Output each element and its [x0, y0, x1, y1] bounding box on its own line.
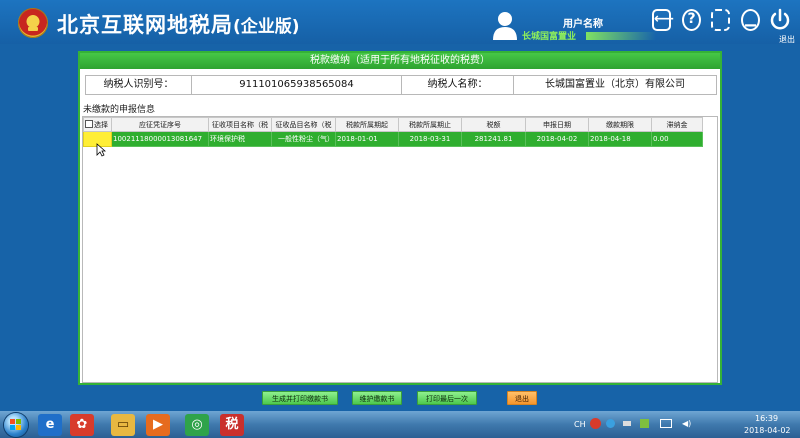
header-exit-label: 退出	[779, 35, 795, 44]
power-icon[interactable]	[769, 8, 791, 32]
item-name-cell: 环境保护税	[208, 131, 272, 147]
tray-network-icon[interactable]	[606, 419, 615, 428]
col-late-fee: 滞纳金	[651, 117, 703, 132]
col-item-name: 征收项目名称（税	[208, 117, 272, 132]
start-button[interactable]	[4, 413, 28, 437]
payment-panel: 税款缴纳（适用于所有地税征收的税费） 纳税人识别号： 9111010659385…	[78, 51, 722, 385]
deadline-cell: 2018-04-18	[588, 131, 652, 147]
header-glow	[586, 32, 656, 40]
unpaid-declaration-grid: 选择 应征凭证序号 征收项目名称（税 征收品目名称（税 税款所属期起 税款所属期…	[82, 116, 718, 383]
user-name-label: 用户名称	[563, 19, 603, 30]
declare-date-cell: 2018-04-02	[525, 131, 589, 147]
browser-icon[interactable]: ◎	[185, 414, 209, 436]
windows-logo-icon	[10, 419, 22, 431]
fullscreen-icon[interactable]	[711, 9, 730, 31]
tray-keyboard-icon[interactable]	[623, 421, 631, 426]
tray-antivirus-icon[interactable]	[590, 418, 601, 429]
taxpayer-id-value: 911101065938565084	[192, 76, 402, 94]
tray-app-icon[interactable]	[640, 419, 649, 428]
generate-print-button[interactable]: 生成并打印缴款书	[262, 391, 338, 405]
clock-date[interactable]: 2018-04-02	[744, 426, 791, 435]
col-period-start: 税款所属期起	[335, 117, 399, 132]
mouse-cursor-icon	[96, 143, 106, 157]
period-start-cell: 2018-01-01	[335, 131, 399, 147]
subitem-name-cell: 一般性粉尘（气）	[271, 131, 336, 147]
tax-amount-cell: 281241.81	[461, 131, 526, 147]
col-select[interactable]: 选择	[83, 117, 112, 132]
unpaid-section-label: 未缴款的申报信息	[83, 105, 156, 115]
tax-emblem-icon	[18, 8, 48, 38]
user-company: 长城国富置业	[522, 32, 577, 42]
taxpayer-name-value: 长城国富置业（北京）有限公司	[545, 79, 685, 90]
tray-input-icon[interactable]: CH	[574, 420, 586, 429]
app-title: 北京互联网地税局(企业版)	[57, 9, 300, 39]
back-icon[interactable]: ⟵	[652, 9, 674, 31]
col-deadline: 缴款期限	[588, 117, 652, 132]
col-subitem-name: 征收品目名称（税	[271, 117, 336, 132]
voucher-no-cell: 10021118000013081647	[111, 131, 209, 147]
tray-display-icon[interactable]	[660, 419, 672, 428]
taxpayer-id-label: 纳税人识别号：	[86, 76, 192, 94]
taxpayer-name-label: 纳税人名称：	[402, 76, 514, 94]
col-declare-date: 申报日期	[525, 117, 589, 132]
panel-title: 税款缴纳（适用于所有地税征收的税费）	[80, 53, 720, 69]
table-header-row: 选择 应征凭证序号 征收项目名称（税 征收品目名称（税 税款所属期起 税款所属期…	[83, 117, 703, 132]
system-tray: CH ◀)	[560, 413, 740, 437]
minimize-icon[interactable]: ▁	[741, 9, 760, 31]
media-player-icon[interactable]: ▶	[146, 414, 170, 436]
help-icon[interactable]: ?	[682, 9, 701, 31]
folder-icon[interactable]: ▭	[111, 414, 135, 436]
maintain-voucher-button[interactable]: 维护缴款书	[352, 391, 402, 405]
table-row[interactable]: 10021118000013081647 环境保护税 一般性粉尘（气） 2018…	[83, 131, 703, 147]
col-period-end: 税款所属期止	[398, 117, 462, 132]
col-tax-amount: 税额	[461, 117, 526, 132]
exit-button[interactable]: 退出	[507, 391, 537, 405]
app-title-text: 北京互联网地税局	[57, 13, 233, 37]
print-last-button[interactable]: 打印最后一次	[417, 391, 477, 405]
period-end-cell: 2018-03-31	[398, 131, 462, 147]
col-voucher-no: 应征凭证序号	[111, 117, 209, 132]
store-icon[interactable]: ✿	[70, 414, 94, 436]
user-avatar-icon	[493, 12, 517, 40]
app-edition: (企业版)	[233, 17, 300, 37]
late-fee-cell: 0.00	[651, 131, 703, 147]
taxpayer-info-row: 纳税人识别号： 911101065938565084 纳税人名称： 长城国富置业…	[85, 75, 717, 95]
clock-time[interactable]: 16:39	[755, 414, 778, 423]
select-all-checkbox[interactable]	[85, 119, 93, 128]
ie-icon[interactable]: e	[38, 414, 62, 436]
declaration-table: 选择 应征凭证序号 征收项目名称（税 征收品目名称（税 税款所属期起 税款所属期…	[83, 117, 703, 147]
tray-volume-icon[interactable]: ◀)	[682, 419, 691, 428]
tax-app-icon[interactable]: 税	[220, 414, 244, 436]
